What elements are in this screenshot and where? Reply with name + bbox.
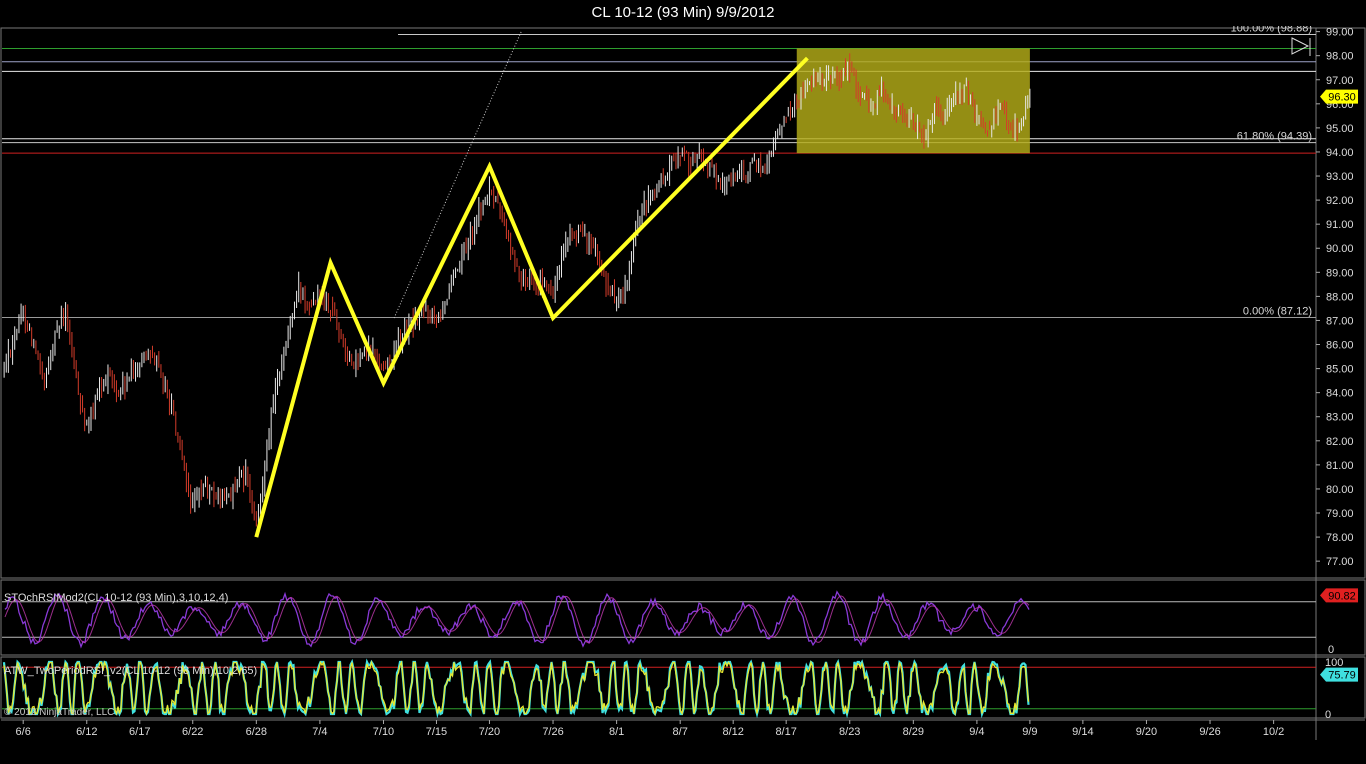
last-price-label: 96.30 bbox=[1328, 92, 1356, 104]
y-tick-label: 91.00 bbox=[1326, 219, 1354, 231]
fib-level-label: 0.00% (87.12) bbox=[1243, 306, 1312, 318]
y-tick-label: 88.00 bbox=[1326, 291, 1354, 303]
x-tick-label: 7/10 bbox=[373, 726, 394, 738]
x-tick-label: 6/28 bbox=[246, 726, 267, 738]
stoch-rsi-title: STOchRSIMod2(CL 10-12 (93 Min),3,10,12,4… bbox=[4, 592, 228, 604]
y-tick-label: 80.00 bbox=[1326, 484, 1354, 496]
x-tick-label: 10/2 bbox=[1263, 726, 1284, 738]
x-tick-label: 8/17 bbox=[775, 726, 796, 738]
x-tick-label: 9/4 bbox=[969, 726, 984, 738]
x-tick-label: 6/12 bbox=[76, 726, 97, 738]
copyright-text: © 2012 NinjaTrader, LLC bbox=[4, 707, 114, 718]
range-box bbox=[796, 48, 1030, 154]
x-tick-label: 9/9 bbox=[1022, 726, 1037, 738]
y-tick-label: 97.00 bbox=[1326, 75, 1354, 87]
y-tick-label: 98.00 bbox=[1326, 51, 1354, 63]
stoch-y-label: 0 bbox=[1328, 644, 1334, 656]
rsi-title: ATW_TwoPeriodRSI_v2(CL 10-12 (93 Min),10… bbox=[4, 665, 257, 677]
x-tick-label: 9/20 bbox=[1136, 726, 1157, 738]
fib-level-label: 61.80% (94.39) bbox=[1237, 131, 1312, 143]
x-tick-label: 9/26 bbox=[1199, 726, 1220, 738]
x-tick-label: 8/12 bbox=[722, 726, 743, 738]
x-tick-label: 7/20 bbox=[479, 726, 500, 738]
y-tick-label: 79.00 bbox=[1326, 508, 1354, 520]
y-tick-label: 93.00 bbox=[1326, 171, 1354, 183]
x-tick-label: 8/7 bbox=[673, 726, 688, 738]
y-tick-label: 87.00 bbox=[1326, 315, 1354, 327]
y-tick-label: 78.00 bbox=[1326, 532, 1354, 544]
chart-title: CL 10-12 (93 Min) 9/9/2012 bbox=[591, 4, 775, 21]
panel-frames bbox=[0, 26, 1366, 764]
y-tick-label: 81.00 bbox=[1326, 460, 1354, 472]
x-tick-label: 7/26 bbox=[542, 726, 563, 738]
rsi-y-label: 100 bbox=[1325, 657, 1343, 669]
chart-area[interactable]: STOchRSIMod2(CL 10-12 (93 Min),3,10,12,4… bbox=[0, 26, 1366, 764]
x-tick-label: 8/1 bbox=[609, 726, 624, 738]
x-tick-label: 7/15 bbox=[426, 726, 447, 738]
rsi-y-label: 0 bbox=[1325, 709, 1331, 721]
range-box-layer bbox=[796, 48, 1030, 154]
y-tick-label: 94.00 bbox=[1326, 147, 1354, 159]
y-tick-label: 86.00 bbox=[1326, 340, 1354, 352]
y-tick-label: 77.00 bbox=[1326, 556, 1354, 568]
stoch-last-label: 90.82 bbox=[1328, 590, 1356, 602]
y-tick-label: 84.00 bbox=[1326, 388, 1354, 400]
fib-level-label: 100.00% (98.88) bbox=[1231, 26, 1312, 34]
x-tick-label: 8/29 bbox=[903, 726, 924, 738]
y-tick-label: 90.00 bbox=[1326, 243, 1354, 255]
rsi-last-label: 75.79 bbox=[1328, 670, 1356, 682]
y-tick-label: 83.00 bbox=[1326, 412, 1354, 424]
y-tick-label: 92.00 bbox=[1326, 195, 1354, 207]
y-tick-label: 82.00 bbox=[1326, 436, 1354, 448]
x-tick-label: 6/22 bbox=[182, 726, 203, 738]
chart-background bbox=[0, 26, 1366, 764]
y-tick-label: 85.00 bbox=[1326, 364, 1354, 376]
x-tick-label: 9/14 bbox=[1072, 726, 1093, 738]
x-tick-label: 8/23 bbox=[839, 726, 860, 738]
y-tick-label: 89.00 bbox=[1326, 267, 1354, 279]
y-tick-label: 99.00 bbox=[1326, 27, 1354, 39]
x-tick-label: 7/4 bbox=[312, 726, 327, 738]
y-tick-label: 95.00 bbox=[1326, 123, 1354, 135]
x-tick-label: 6/17 bbox=[129, 726, 150, 738]
x-tick-label: 6/6 bbox=[16, 726, 31, 738]
